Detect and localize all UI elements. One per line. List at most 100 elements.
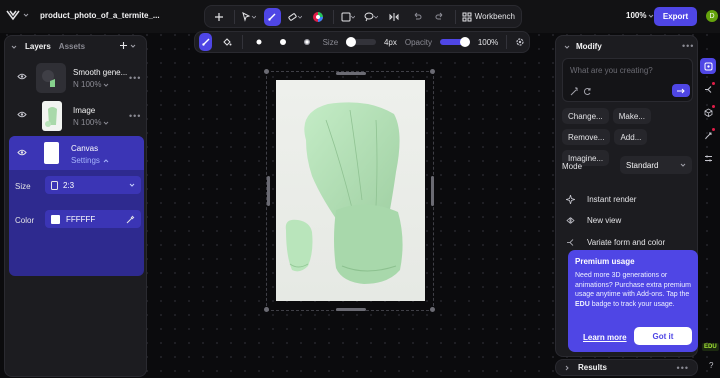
redo-button[interactable] bbox=[432, 8, 449, 26]
workbench-button[interactable]: Workbench bbox=[462, 12, 515, 22]
workbench-label: Workbench bbox=[474, 12, 515, 21]
chip-change[interactable]: Change... bbox=[562, 108, 609, 124]
size-slider-handle[interactable] bbox=[346, 37, 357, 47]
results-panel[interactable]: Results ••• bbox=[555, 359, 698, 376]
prompt-input[interactable]: What are you creating? bbox=[570, 66, 653, 75]
layer-meta: N 100% bbox=[73, 80, 102, 89]
layer-row-smooth[interactable]: Smooth gene... N 100% ••• bbox=[9, 60, 144, 96]
export-button[interactable]: Export bbox=[654, 7, 697, 26]
opacity-slider-handle[interactable] bbox=[460, 37, 470, 47]
adjust-rail-button[interactable] bbox=[700, 150, 716, 166]
settings-gear-icon[interactable] bbox=[515, 37, 525, 47]
chip-add[interactable]: Add... bbox=[614, 129, 648, 145]
aspect-ratio-icon bbox=[51, 180, 58, 190]
chip-remove[interactable]: Remove... bbox=[562, 129, 611, 145]
premium-body-suffix: badge to track your usage. bbox=[589, 300, 675, 308]
layer-row-canvas[interactable]: Canvas Settings bbox=[9, 136, 144, 170]
resize-handle[interactable] bbox=[264, 69, 269, 74]
select-tool-button[interactable] bbox=[241, 8, 258, 26]
canvas-image[interactable] bbox=[276, 80, 425, 301]
brush-options-toolbar: Size 4px Opacity 100% bbox=[194, 31, 530, 53]
more-icon[interactable]: ••• bbox=[129, 73, 141, 83]
brush-size-medium-button[interactable] bbox=[279, 38, 287, 46]
add-layer-button[interactable] bbox=[119, 41, 136, 50]
edu-badge[interactable]: EDU bbox=[702, 343, 719, 351]
resize-handle-top[interactable] bbox=[336, 72, 366, 75]
submit-button[interactable] bbox=[672, 84, 690, 97]
refresh-icon[interactable] bbox=[583, 87, 592, 96]
eyedropper-icon[interactable] bbox=[126, 215, 135, 224]
eraser-tool-button[interactable] bbox=[287, 8, 304, 26]
panel-tabs: Layers Assets bbox=[11, 42, 85, 51]
zoom-dropdown[interactable]: 100% bbox=[626, 11, 654, 20]
resize-handle-right[interactable] bbox=[431, 176, 434, 206]
resize-handle-left[interactable] bbox=[267, 176, 270, 206]
size-slider[interactable] bbox=[346, 37, 376, 47]
prompt-box[interactable]: What are you creating? bbox=[562, 58, 693, 102]
flip-button[interactable] bbox=[386, 8, 403, 26]
arrow-right-icon bbox=[677, 88, 685, 93]
instant-render-action[interactable]: Instant render bbox=[566, 195, 636, 204]
help-button[interactable]: ? bbox=[709, 361, 713, 370]
got-it-button[interactable]: Got it bbox=[634, 327, 692, 345]
chip-make[interactable]: Make... bbox=[612, 108, 651, 124]
more-icon[interactable]: ••• bbox=[677, 363, 689, 373]
lasso-tool-button[interactable] bbox=[363, 8, 380, 26]
chevron-right-icon bbox=[564, 365, 570, 371]
tab-assets[interactable]: Assets bbox=[59, 42, 85, 51]
new-view-action[interactable]: New view bbox=[566, 216, 621, 225]
learn-more-link[interactable]: Learn more bbox=[583, 333, 627, 342]
chevron-down-icon bbox=[130, 43, 136, 49]
main-toolbar: Workbench bbox=[204, 5, 522, 28]
canvas-settings-toggle[interactable]: Settings bbox=[71, 156, 109, 165]
brush-size-small-button[interactable] bbox=[255, 38, 263, 46]
brush-tool-button[interactable] bbox=[263, 7, 281, 26]
animate-rail-button[interactable] bbox=[700, 127, 716, 143]
tab-layers[interactable]: Layers bbox=[25, 42, 51, 51]
project-title[interactable]: product_photo_of_a_termite_... bbox=[40, 11, 160, 20]
fill-bucket-button[interactable] bbox=[220, 33, 233, 51]
app-menu[interactable] bbox=[6, 9, 29, 21]
chevron-down-icon[interactable] bbox=[11, 44, 17, 50]
layers-panel: Layers Assets Smooth gene... N 100% ••• bbox=[4, 35, 147, 377]
layer-row-image[interactable]: Image N 100% ••• bbox=[9, 98, 144, 134]
brush-soft-button[interactable] bbox=[303, 38, 311, 46]
undo-button[interactable] bbox=[409, 8, 426, 26]
avatar[interactable]: D bbox=[706, 10, 718, 22]
branch-icon bbox=[704, 85, 711, 93]
branch-icon bbox=[566, 238, 575, 247]
add-button[interactable] bbox=[211, 8, 228, 26]
resize-handle[interactable] bbox=[264, 307, 269, 312]
aspect-ratio-dropdown[interactable]: 2:3 bbox=[45, 176, 141, 194]
resize-handle-bottom[interactable] bbox=[336, 308, 366, 311]
opacity-value: 100% bbox=[477, 37, 499, 47]
resize-handle[interactable] bbox=[430, 69, 435, 74]
canvas-color-field[interactable]: FFFFFF bbox=[45, 210, 141, 228]
more-icon[interactable]: ••• bbox=[682, 41, 694, 51]
chevron-down-icon bbox=[23, 12, 29, 18]
eye-icon[interactable] bbox=[17, 149, 27, 156]
canvas-thumbnail bbox=[44, 142, 59, 164]
modify-header[interactable]: Modify bbox=[564, 42, 602, 51]
divider bbox=[332, 9, 334, 24]
layer-blend-dropdown[interactable]: N 100% bbox=[73, 118, 109, 127]
variations-rail-button[interactable] bbox=[700, 81, 716, 97]
brush-mode-button[interactable] bbox=[199, 33, 213, 51]
shape-tool-button[interactable] bbox=[340, 8, 357, 26]
rocket-icon bbox=[704, 132, 711, 139]
more-icon[interactable]: ••• bbox=[129, 111, 141, 121]
modify-rail-button[interactable] bbox=[700, 58, 716, 74]
eye-icon[interactable] bbox=[17, 111, 27, 118]
size-value: 4px bbox=[383, 37, 397, 47]
resize-handle[interactable] bbox=[430, 307, 435, 312]
eye-icon[interactable] bbox=[17, 73, 27, 80]
results-title: Results bbox=[578, 363, 607, 372]
layer-blend-dropdown[interactable]: N 100% bbox=[73, 80, 109, 89]
layer-thumbnail bbox=[42, 101, 62, 131]
wand-icon[interactable] bbox=[570, 87, 579, 96]
opacity-slider[interactable] bbox=[440, 37, 470, 47]
mode-dropdown[interactable]: Standard bbox=[620, 156, 692, 174]
color-picker-button[interactable] bbox=[310, 8, 327, 26]
3d-rail-button[interactable] bbox=[700, 104, 716, 120]
variate-action[interactable]: Variate form and color bbox=[566, 238, 665, 247]
